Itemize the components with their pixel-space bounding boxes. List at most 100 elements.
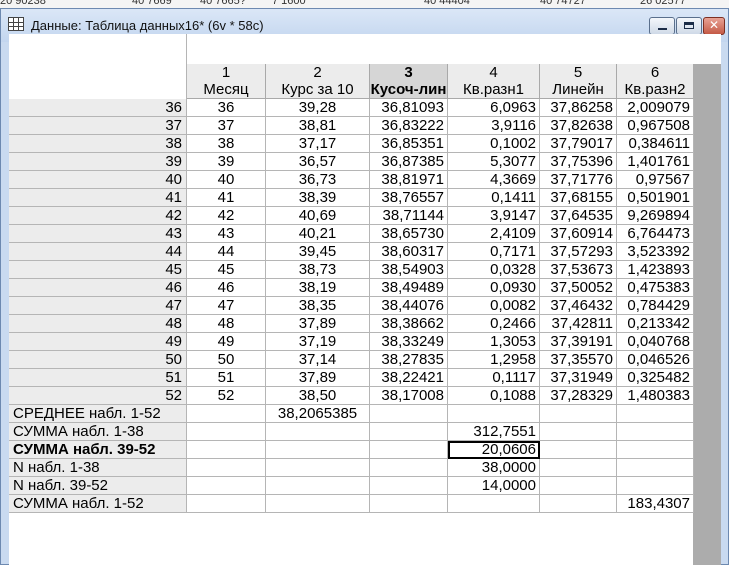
table-cell[interactable]: 37 (187, 117, 266, 135)
table-cell[interactable]: 0,213342 (617, 315, 694, 333)
table-cell[interactable]: 38,44076 (370, 297, 448, 315)
table-cell[interactable]: 37,31949 (540, 369, 617, 387)
row-header[interactable]: 36 (9, 99, 187, 117)
table-cell[interactable]: 1,3053 (448, 333, 540, 351)
table-cell[interactable]: 38,35 (266, 297, 370, 315)
table-cell[interactable] (448, 405, 540, 423)
table-cell[interactable] (187, 477, 266, 495)
table-cell[interactable] (370, 459, 448, 477)
table-cell[interactable]: 38,65730 (370, 225, 448, 243)
row-header[interactable]: 46 (9, 279, 187, 297)
row-header[interactable]: 41 (9, 189, 187, 207)
row-header[interactable]: N набл. 39-52 (9, 477, 187, 495)
table-cell[interactable]: 0,040768 (617, 333, 694, 351)
table-cell[interactable]: 36,83222 (370, 117, 448, 135)
table-cell[interactable]: 49 (187, 333, 266, 351)
table-cell[interactable] (617, 459, 694, 477)
table-cell[interactable]: 38,22421 (370, 369, 448, 387)
table-cell[interactable]: 37,75396 (540, 153, 617, 171)
table-cell[interactable]: 38,19 (266, 279, 370, 297)
table-cell[interactable]: 37,68155 (540, 189, 617, 207)
close-icon[interactable] (703, 17, 725, 35)
table-cell[interactable]: 38,54903 (370, 261, 448, 279)
table-cell[interactable]: 37,82638 (540, 117, 617, 135)
table-cell[interactable]: 37,57293 (540, 243, 617, 261)
table-cell[interactable]: 38,71144 (370, 207, 448, 225)
table-cell[interactable]: 38,60317 (370, 243, 448, 261)
table-cell[interactable] (540, 495, 617, 513)
table-cell[interactable]: 45 (187, 261, 266, 279)
table-cell[interactable]: 9,269894 (617, 207, 694, 225)
table-cell[interactable]: 3,9116 (448, 117, 540, 135)
table-cell[interactable]: 14,0000 (448, 477, 540, 495)
table-cell[interactable]: 37,53673 (540, 261, 617, 279)
table-cell[interactable]: 36,85351 (370, 135, 448, 153)
row-header[interactable]: 42 (9, 207, 187, 225)
table-cell[interactable]: 0,501901 (617, 189, 694, 207)
table-cell[interactable]: 40,21 (266, 225, 370, 243)
row-header[interactable]: 45 (9, 261, 187, 279)
table-cell[interactable]: 44 (187, 243, 266, 261)
table-cell[interactable]: 0,475383 (617, 279, 694, 297)
table-cell[interactable]: 38,17008 (370, 387, 448, 405)
table-cell[interactable] (370, 441, 448, 459)
table-cell[interactable]: 52 (187, 387, 266, 405)
row-header[interactable]: 39 (9, 153, 187, 171)
row-header[interactable]: СУММА набл. 39-52 (9, 441, 187, 459)
table-cell[interactable] (266, 477, 370, 495)
table-cell[interactable]: 0,0328 (448, 261, 540, 279)
table-cell[interactable]: 5,3077 (448, 153, 540, 171)
row-header[interactable]: 51 (9, 369, 187, 387)
table-cell[interactable]: 37,71776 (540, 171, 617, 189)
table-cell[interactable] (370, 405, 448, 423)
table-cell[interactable] (617, 441, 694, 459)
table-cell[interactable]: 38,39 (266, 189, 370, 207)
table-cell[interactable]: 1,2958 (448, 351, 540, 369)
table-cell[interactable]: 3,9147 (448, 207, 540, 225)
table-cell[interactable]: 37,17 (266, 135, 370, 153)
table-cell[interactable]: 1,423893 (617, 261, 694, 279)
table-cell[interactable]: 48 (187, 315, 266, 333)
column-header-6[interactable]: 6 Кв.разн2 (617, 64, 694, 99)
table-cell[interactable] (540, 441, 617, 459)
table-cell[interactable]: 6,764473 (617, 225, 694, 243)
table-cell[interactable] (370, 423, 448, 441)
maximize-icon[interactable] (676, 17, 702, 35)
table-cell[interactable]: 37,60914 (540, 225, 617, 243)
table-cell[interactable] (266, 423, 370, 441)
table-cell[interactable]: 38,2065385 (266, 405, 370, 423)
table-cell[interactable]: 3,523392 (617, 243, 694, 261)
table-cell[interactable]: 1,480383 (617, 387, 694, 405)
table-cell[interactable]: 0,7171 (448, 243, 540, 261)
table-cell[interactable]: 37,79017 (540, 135, 617, 153)
table-cell[interactable]: 38,76557 (370, 189, 448, 207)
column-header-3[interactable]: 3 Кусоч-лин (370, 64, 448, 99)
table-cell[interactable]: 0,97567 (617, 171, 694, 189)
table-cell[interactable]: 36,87385 (370, 153, 448, 171)
table-cell[interactable]: 38,0000 (448, 459, 540, 477)
table-cell[interactable]: 40,69 (266, 207, 370, 225)
table-cell[interactable]: 51 (187, 369, 266, 387)
table-cell[interactable]: 37,89 (266, 369, 370, 387)
table-cell[interactable]: 37,89 (266, 315, 370, 333)
table-cell[interactable]: 0,1002 (448, 135, 540, 153)
table-cell[interactable]: 37,86258 (540, 99, 617, 117)
grid-corner[interactable] (9, 34, 187, 99)
table-cell[interactable]: 42 (187, 207, 266, 225)
table-cell[interactable]: 312,7551 (448, 423, 540, 441)
table-cell[interactable]: 36,73 (266, 171, 370, 189)
row-header[interactable]: СРЕДНЕЕ набл. 1-52 (9, 405, 187, 423)
table-cell[interactable]: 47 (187, 297, 266, 315)
table-cell[interactable]: 0,0930 (448, 279, 540, 297)
table-cell[interactable]: 0,1088 (448, 387, 540, 405)
row-header[interactable]: 52 (9, 387, 187, 405)
table-cell[interactable]: 0,384611 (617, 135, 694, 153)
table-cell[interactable] (266, 441, 370, 459)
table-cell[interactable] (187, 423, 266, 441)
table-cell[interactable]: 0,1117 (448, 369, 540, 387)
table-cell[interactable] (617, 423, 694, 441)
table-cell[interactable]: 0,1411 (448, 189, 540, 207)
table-cell[interactable]: 37,14 (266, 351, 370, 369)
table-cell[interactable] (540, 459, 617, 477)
table-cell[interactable]: 37,46432 (540, 297, 617, 315)
